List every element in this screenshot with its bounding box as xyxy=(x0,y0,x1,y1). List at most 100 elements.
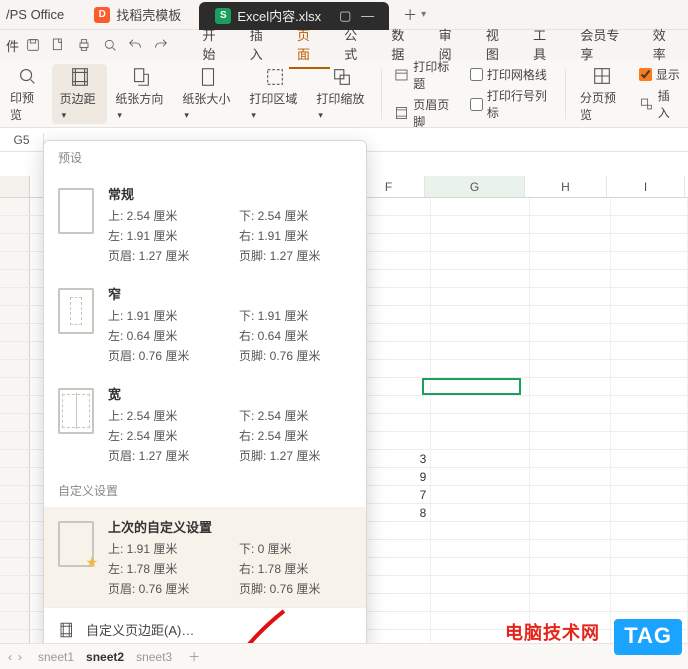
cell[interactable] xyxy=(431,486,530,503)
cell[interactable] xyxy=(360,522,431,539)
orientation-button[interactable]: 纸张方向▾ xyxy=(107,64,174,124)
cell[interactable] xyxy=(431,414,530,431)
cell[interactable] xyxy=(530,342,611,359)
cell[interactable] xyxy=(360,540,431,557)
print-rowcol-checkbox[interactable]: 打印行号列标 xyxy=(470,87,553,121)
print-icon[interactable] xyxy=(72,33,96,57)
new-icon[interactable] xyxy=(47,33,71,57)
print-area-button[interactable]: 打印区域▾ xyxy=(241,64,308,124)
cell[interactable] xyxy=(611,450,688,467)
cell[interactable] xyxy=(611,342,688,359)
cell[interactable] xyxy=(611,414,688,431)
cell[interactable] xyxy=(360,342,431,359)
nav-next[interactable]: › xyxy=(18,650,22,664)
cell[interactable] xyxy=(530,216,611,233)
cell[interactable] xyxy=(530,450,611,467)
cell[interactable] xyxy=(530,306,611,323)
cell[interactable] xyxy=(431,504,530,521)
cell[interactable] xyxy=(530,414,611,431)
cell[interactable] xyxy=(530,432,611,449)
show-checkbox[interactable]: 显示 xyxy=(639,66,680,83)
cell[interactable] xyxy=(611,594,688,611)
cell[interactable]: 8 xyxy=(360,504,431,521)
cell[interactable] xyxy=(530,486,611,503)
paper-size-button[interactable]: 纸张大小▾ xyxy=(174,64,241,124)
cell[interactable] xyxy=(360,306,431,323)
cell[interactable] xyxy=(360,432,431,449)
close-icon[interactable]: — xyxy=(361,8,373,24)
cell[interactable] xyxy=(431,432,530,449)
cell[interactable] xyxy=(530,504,611,521)
cell[interactable] xyxy=(530,468,611,485)
cell[interactable] xyxy=(431,270,530,287)
cell[interactable] xyxy=(360,234,431,251)
margin-preset-窄[interactable]: 窄上: 1.91 厘米下: 1.91 厘米左: 0.64 厘米右: 0.64 厘… xyxy=(44,274,366,374)
cell[interactable] xyxy=(611,234,688,251)
cell[interactable] xyxy=(611,486,688,503)
cell[interactable] xyxy=(431,198,530,215)
cell[interactable] xyxy=(611,324,688,341)
cell[interactable] xyxy=(360,270,431,287)
cell[interactable] xyxy=(431,450,530,467)
col-header-I[interactable]: I xyxy=(607,176,685,197)
cell[interactable] xyxy=(611,252,688,269)
cell[interactable] xyxy=(611,378,688,395)
cell[interactable] xyxy=(431,252,530,269)
preview-icon[interactable] xyxy=(98,33,122,57)
cell[interactable] xyxy=(360,414,431,431)
cell[interactable] xyxy=(611,306,688,323)
file-menu-partial[interactable]: 件 xyxy=(2,36,19,55)
cell[interactable] xyxy=(360,558,431,575)
save-icon[interactable] xyxy=(21,33,45,57)
cell[interactable] xyxy=(431,288,530,305)
cell[interactable] xyxy=(360,198,431,215)
menu-tab-9[interactable]: 效率 xyxy=(645,21,686,69)
select-all-corner[interactable] xyxy=(0,176,30,197)
cell[interactable] xyxy=(360,360,431,377)
cell[interactable] xyxy=(360,594,431,611)
cell[interactable] xyxy=(431,540,530,557)
margin-preset-宽[interactable]: 宽上: 2.54 厘米下: 2.54 厘米左: 2.54 厘米右: 2.54 厘… xyxy=(44,374,366,474)
print-titles-button[interactable]: 打印标题 xyxy=(394,58,458,92)
tab-file-active[interactable]: S Excel内容.xlsx ▢ — xyxy=(199,2,389,30)
cell[interactable] xyxy=(530,522,611,539)
cell[interactable] xyxy=(431,522,530,539)
cell[interactable] xyxy=(611,360,688,377)
screen-icon[interactable]: ▢ xyxy=(339,8,351,24)
cell[interactable] xyxy=(530,576,611,593)
cell[interactable] xyxy=(431,396,530,413)
cell[interactable] xyxy=(611,540,688,557)
cell[interactable] xyxy=(530,396,611,413)
print-gridlines-checkbox[interactable]: 打印网格线 xyxy=(470,66,553,83)
redo-icon[interactable] xyxy=(149,33,173,57)
margin-preset-上次的自定义设置[interactable]: 上次的自定义设置上: 1.91 厘米下: 0 厘米左: 1.78 厘米右: 1.… xyxy=(44,507,366,607)
print-preview-button[interactable]: 印预览 xyxy=(2,64,52,124)
cell[interactable] xyxy=(611,396,688,413)
margin-preset-常规[interactable]: 常规上: 2.54 厘米下: 2.54 厘米左: 1.91 厘米右: 1.91 … xyxy=(44,174,366,274)
sheet-tab-1[interactable]: sneet2 xyxy=(86,650,124,664)
cell[interactable] xyxy=(611,270,688,287)
cell[interactable] xyxy=(611,468,688,485)
cell[interactable] xyxy=(431,360,530,377)
cell[interactable] xyxy=(360,252,431,269)
cell[interactable] xyxy=(530,594,611,611)
header-footer-button[interactable]: 页眉页脚 xyxy=(394,96,458,130)
undo-icon[interactable] xyxy=(123,33,147,57)
cell[interactable] xyxy=(530,198,611,215)
cell[interactable] xyxy=(360,216,431,233)
cell[interactable] xyxy=(611,288,688,305)
page-margins-button[interactable]: 页边距▾ xyxy=(52,64,108,124)
cell[interactable] xyxy=(530,558,611,575)
cell[interactable] xyxy=(360,288,431,305)
menu-tab-7[interactable]: 工具 xyxy=(525,21,566,69)
tab-template[interactable]: D 找稻壳模板 xyxy=(78,0,197,29)
cell-reference-box[interactable]: G5 xyxy=(0,133,44,147)
cell[interactable] xyxy=(431,216,530,233)
sheet-tab-0[interactable]: sneet1 xyxy=(38,650,74,664)
cell[interactable] xyxy=(530,270,611,287)
cell[interactable] xyxy=(431,558,530,575)
cell[interactable] xyxy=(431,324,530,341)
cell[interactable] xyxy=(530,324,611,341)
cell[interactable] xyxy=(360,612,431,629)
cell[interactable] xyxy=(431,342,530,359)
